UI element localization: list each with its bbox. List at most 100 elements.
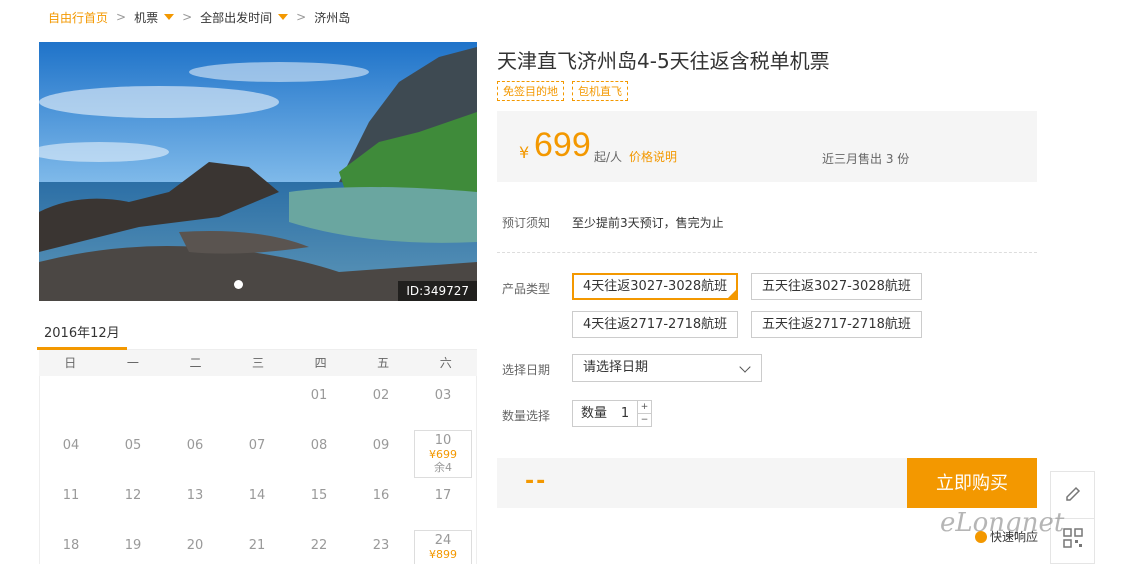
calendar-day-number: 01: [310, 388, 328, 403]
caret-down-icon[interactable]: [278, 14, 289, 20]
quantity-plus-button[interactable]: +: [638, 401, 651, 413]
calendar-day-number: 20: [186, 538, 204, 553]
tag-charter: 包机直飞: [572, 81, 628, 101]
calendar-day: 12: [104, 480, 162, 528]
type-option-4day-2717[interactable]: 4天往返2717-2718航班: [572, 311, 739, 338]
sold-count: 近三月售出 3 份: [822, 152, 910, 166]
price-amount: 699: [534, 126, 591, 164]
breadcrumb: 自由行首页 > 机票 > 全部出发时间 > 济州岛: [48, 9, 350, 25]
calendar-day-number: 21: [248, 538, 266, 553]
calendar-day: 23: [352, 530, 410, 564]
caret-down-icon[interactable]: [164, 14, 175, 20]
calendar-day-number: 22: [310, 538, 328, 553]
calendar-day: 19: [104, 530, 162, 564]
calendar-header: 2016年12月: [37, 316, 477, 350]
breadcrumb-destination: 济州岛: [314, 10, 351, 25]
price-explain-link[interactable]: 价格说明: [629, 148, 677, 165]
notice-text: 至少提前3天预订，售完为止: [572, 216, 724, 230]
image-id-badge: ID:349727: [398, 281, 477, 301]
calendar-day-number: 19: [124, 538, 142, 553]
breadcrumb-separator: >: [116, 10, 127, 24]
price-unit: 起/人: [594, 150, 623, 164]
calendar-day: 20: [166, 530, 224, 564]
quick-response[interactable]: 快速响应: [975, 528, 1038, 545]
price-panel: ¥ 699 起/人 价格说明 近三月售出 3 份: [497, 111, 1037, 182]
calendar-day-number: 17: [434, 488, 452, 503]
calendar-day-available[interactable]: 10 ¥699 余4: [414, 430, 472, 478]
quick-response-label: 快速响应: [990, 530, 1039, 544]
calendar-day-number: 08: [310, 438, 328, 453]
date-select[interactable]: 请选择日期: [572, 354, 762, 382]
divider: [497, 252, 1037, 253]
calendar-day: 15: [290, 480, 348, 528]
calendar-day-stock: 余4: [434, 461, 452, 474]
calendar-day-number: 16: [372, 488, 390, 503]
weekday-label: 三: [252, 356, 265, 370]
calendar-day-number: 14: [248, 488, 266, 503]
currency-symbol: ¥: [519, 143, 530, 162]
breadcrumb-departure-link[interactable]: 全部出发时间: [200, 9, 272, 26]
breadcrumb-flights-link[interactable]: 机票: [134, 9, 158, 26]
calendar-day-price: ¥899: [429, 548, 457, 561]
calendar-day-price: ¥699: [429, 448, 457, 461]
calendar-day: 11: [42, 480, 100, 528]
calendar-day: 02: [352, 380, 410, 428]
type-option-5day-2717[interactable]: 五天往返2717-2718航班: [751, 311, 922, 338]
weekday-label: 四: [314, 356, 327, 370]
calendar-day: 16: [352, 480, 410, 528]
total-bar: --: [497, 458, 907, 508]
product-title: 天津直飞济州岛4-5天往返含税单机票: [497, 49, 830, 73]
calendar-day: 04: [42, 430, 100, 478]
product-photo[interactable]: ID:349727: [39, 42, 477, 301]
calendar-day: 18: [42, 530, 100, 564]
type-option-4day-3027[interactable]: 4天往返3027-3028航班: [572, 273, 739, 300]
calendar-day: 13: [166, 480, 224, 528]
breadcrumb-separator: >: [296, 10, 307, 24]
calendar-day: 14: [228, 480, 286, 528]
calendar-day: 05: [104, 430, 162, 478]
calendar-day-number: 04: [62, 438, 80, 453]
total-price: --: [525, 469, 548, 494]
carousel-dot[interactable]: [234, 280, 243, 289]
calendar-day: 07: [228, 430, 286, 478]
quantity-minus-button[interactable]: −: [638, 413, 651, 426]
weekday-label: 二: [189, 356, 202, 370]
notice-label: 预订须知: [502, 216, 551, 230]
breadcrumb-home-link[interactable]: 自由行首页: [48, 9, 108, 26]
calendar-month[interactable]: 2016年12月: [44, 322, 120, 341]
quantity-stepper[interactable]: 数量 1 + −: [572, 400, 652, 427]
calendar-day-number: 18: [62, 538, 80, 553]
calendar-day-number: 07: [248, 438, 266, 453]
calendar-day: 08: [290, 430, 348, 478]
calendar-day-number: 15: [310, 488, 328, 503]
weekday-label: 五: [377, 356, 390, 370]
qr-code-icon[interactable]: [1063, 528, 1083, 551]
coastline-photo: [39, 42, 477, 301]
weekday-label: 日: [64, 356, 77, 370]
calendar-day: 21: [228, 530, 286, 564]
calendar-day-number: 23: [372, 538, 390, 553]
pencil-icon[interactable]: [1063, 484, 1083, 507]
quantity-label: 数量选择: [502, 409, 551, 423]
calendar-day-number: 11: [62, 488, 80, 503]
quantity-value[interactable]: 1: [613, 401, 637, 426]
calendar-day: 09: [352, 430, 410, 478]
calendar-day-number: 10: [434, 433, 452, 448]
calendar-day-number: 13: [186, 488, 204, 503]
calendar-day-number: 03: [434, 388, 452, 403]
calendar-day-number: 05: [124, 438, 142, 453]
type-label: 产品类型: [502, 282, 551, 296]
type-option-5day-3027[interactable]: 五天往返3027-3028航班: [751, 273, 922, 300]
calendar-day-number: 24: [434, 533, 452, 548]
buy-now-button[interactable]: 立即购买: [907, 458, 1037, 508]
weekday-label: 一: [126, 356, 139, 370]
calendar-weekdays: 日 一 二 三 四 五 六: [39, 350, 477, 376]
weekday-label: 六: [439, 356, 452, 370]
calendar-day-available[interactable]: 24 ¥899: [414, 530, 472, 564]
calendar-day-number: 06: [186, 438, 204, 453]
calendar-day: 03: [414, 380, 472, 428]
quick-response-icon: [975, 530, 987, 543]
calendar-day-number: 12: [124, 488, 142, 503]
chevron-down-icon: [739, 361, 751, 373]
calendar-day: 17: [414, 480, 472, 528]
